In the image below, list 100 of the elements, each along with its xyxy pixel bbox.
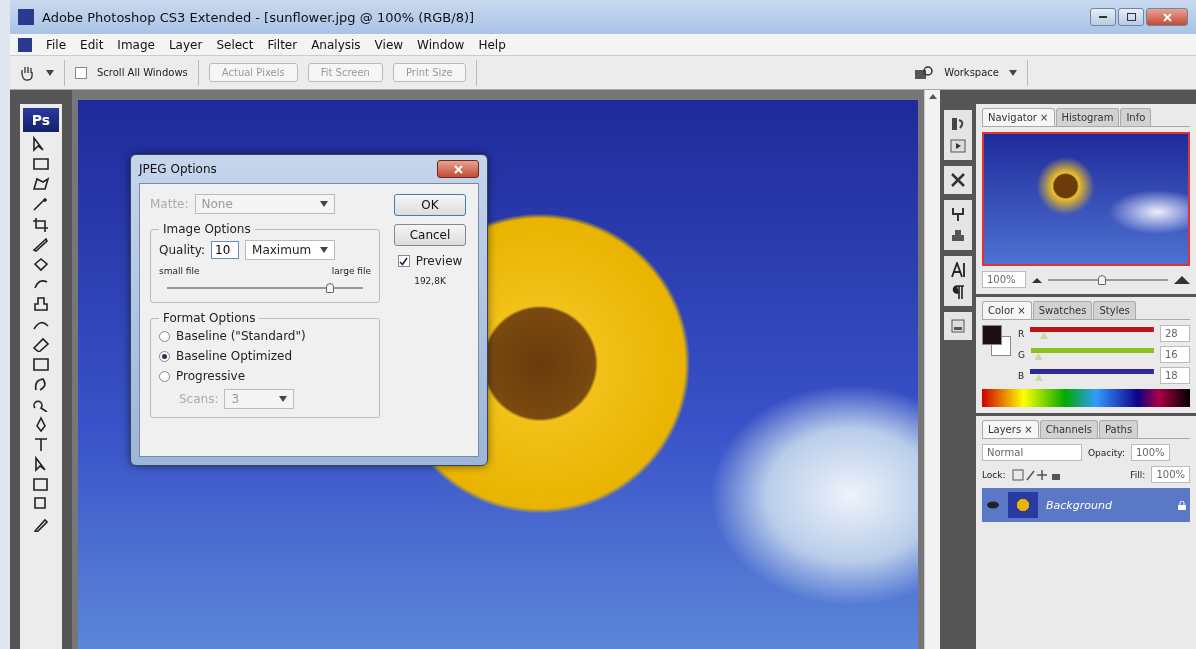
panel-tab[interactable]: Channels	[1039, 420, 1098, 438]
color-spectrum[interactable]	[982, 389, 1190, 407]
lock-options-icon[interactable]	[1011, 468, 1062, 481]
slider-label: large file	[331, 266, 371, 276]
radio-button[interactable]	[159, 350, 170, 362]
panel-tab[interactable]: Navigator ×	[982, 108, 1055, 126]
panel-tab[interactable]: Color ×	[982, 301, 1032, 319]
field-label: Fill:	[1130, 469, 1146, 480]
dialog-button[interactable]: OK	[394, 194, 466, 216]
zoom-slider-thumb[interactable]	[1098, 274, 1106, 285]
minimize-button[interactable]	[1090, 8, 1116, 26]
checkbox-label: Preview	[415, 254, 463, 268]
channel-label: G	[1018, 349, 1025, 360]
scroll-all-checkbox[interactable]	[75, 66, 87, 79]
menu-item[interactable]: Window	[417, 37, 465, 52]
opacity-field[interactable]: 100%	[1131, 444, 1170, 461]
menu-item[interactable]: Filter	[267, 37, 298, 52]
slider-thumb[interactable]	[325, 283, 334, 293]
marquee-tool-icon[interactable]	[31, 156, 51, 172]
menu-item[interactable]: Select	[216, 37, 254, 52]
close-icon	[453, 164, 463, 174]
dialog-button[interactable]: Cancel	[394, 224, 466, 246]
menu-item[interactable]: Help	[478, 37, 506, 52]
eyedropper-icon[interactable]	[31, 516, 51, 532]
caret-icon	[46, 69, 54, 76]
checkbox-label: Scroll All Windows	[97, 67, 188, 78]
rectangle-tool-icon[interactable]	[31, 476, 51, 492]
field-label: Opacity:	[1088, 447, 1125, 458]
radio-label: Baseline Optimized	[176, 349, 293, 363]
preview-checkbox[interactable]	[397, 255, 410, 267]
layer-name: Background	[1046, 498, 1113, 512]
slider-label: small file	[159, 266, 200, 276]
radio-button[interactable]	[159, 330, 170, 342]
play-icon[interactable]	[950, 138, 966, 154]
document-icon	[18, 37, 32, 52]
group-title: Image Options	[162, 222, 252, 236]
layer-row[interactable]: Background	[982, 488, 1190, 522]
close-button[interactable]	[1146, 8, 1188, 26]
field-label: Quality:	[159, 243, 206, 257]
blend-mode-select[interactable]: Normal	[982, 444, 1082, 461]
channel-value[interactable]: 18	[1160, 367, 1190, 384]
radio-label: Baseline ("Standard")	[176, 329, 306, 343]
layer-comps-icon[interactable]	[950, 318, 966, 334]
slice-tool-icon[interactable]	[31, 236, 51, 252]
group-title: Format Options	[162, 311, 257, 325]
menu-item[interactable]: Layer	[168, 37, 203, 52]
character-icon[interactable]	[950, 262, 966, 278]
panel-tab[interactable]: Styles	[1093, 301, 1136, 319]
dialog-title: JPEG Options	[139, 162, 217, 176]
menu-item[interactable]: Analysis	[311, 37, 361, 52]
lasso-tool-icon[interactable]	[31, 176, 51, 192]
quality-input[interactable]: 10	[211, 241, 240, 259]
maximize-icon	[1126, 13, 1136, 21]
panel-tab[interactable]: Swatches	[1032, 301, 1093, 319]
eraser-tool-icon[interactable]	[31, 336, 51, 352]
window-title: Adobe Photoshop CS3 Extended - [sunflower.jpg @ 100% (RGB/8)]	[42, 9, 475, 25]
file-browser-icon[interactable]	[914, 64, 935, 81]
app-logo: Ps	[23, 108, 59, 132]
menu-item[interactable]: File	[46, 37, 67, 52]
crop-tool-icon[interactable]	[31, 216, 51, 232]
caret-icon	[1009, 69, 1017, 76]
radio-button[interactable]	[159, 370, 170, 382]
menu-item[interactable]: Edit	[80, 37, 104, 52]
caret-icon	[279, 396, 288, 402]
zoom-in-icon[interactable]	[1174, 275, 1190, 284]
fill-field[interactable]: 100%	[1151, 466, 1190, 483]
panel-tab[interactable]: Info	[1120, 108, 1152, 126]
stamp-icon[interactable]	[950, 228, 966, 244]
workspace-menu[interactable]: Workspace	[944, 67, 999, 78]
quality-select[interactable]: Maximum	[245, 240, 336, 260]
channel-label: B	[1018, 370, 1025, 381]
slider-thumb[interactable]	[1034, 353, 1043, 360]
app-logo-icon	[18, 9, 34, 25]
radio-label: Progressive	[176, 369, 246, 383]
paragraph-icon[interactable]	[950, 284, 966, 300]
caret-icon	[319, 201, 328, 207]
gradient-tool-icon[interactable]	[31, 356, 51, 372]
maximize-button[interactable]	[1118, 8, 1144, 26]
caret-icon	[320, 247, 329, 253]
channel-value[interactable]: 28	[1160, 325, 1190, 342]
field-label: Scans:	[179, 392, 219, 406]
check-icon	[399, 256, 409, 266]
panel-tab[interactable]: Layers ×	[982, 420, 1039, 438]
scroll-up-icon[interactable]	[928, 94, 937, 99]
menu-item[interactable]: View	[374, 37, 404, 52]
file-size: 192,8K	[414, 276, 446, 286]
close-button[interactable]	[437, 160, 479, 178]
zoom-field[interactable]: 100%	[982, 271, 1026, 288]
panel-tab[interactable]: Paths	[1098, 420, 1139, 438]
slider-thumb[interactable]	[1034, 374, 1043, 381]
zoom-out-icon[interactable]	[1032, 276, 1042, 283]
stamp-tool-icon[interactable]	[31, 296, 51, 312]
panel-tab[interactable]: Histogram	[1055, 108, 1120, 126]
minimize-icon	[1099, 15, 1107, 19]
channel-value[interactable]: 16	[1160, 346, 1190, 363]
slider-thumb[interactable]	[1039, 332, 1048, 339]
field-label: Lock:	[982, 469, 1006, 480]
eye-icon[interactable]	[986, 501, 1000, 509]
layer-thumbnail	[1008, 492, 1038, 518]
menu-item[interactable]: Image	[117, 37, 155, 52]
